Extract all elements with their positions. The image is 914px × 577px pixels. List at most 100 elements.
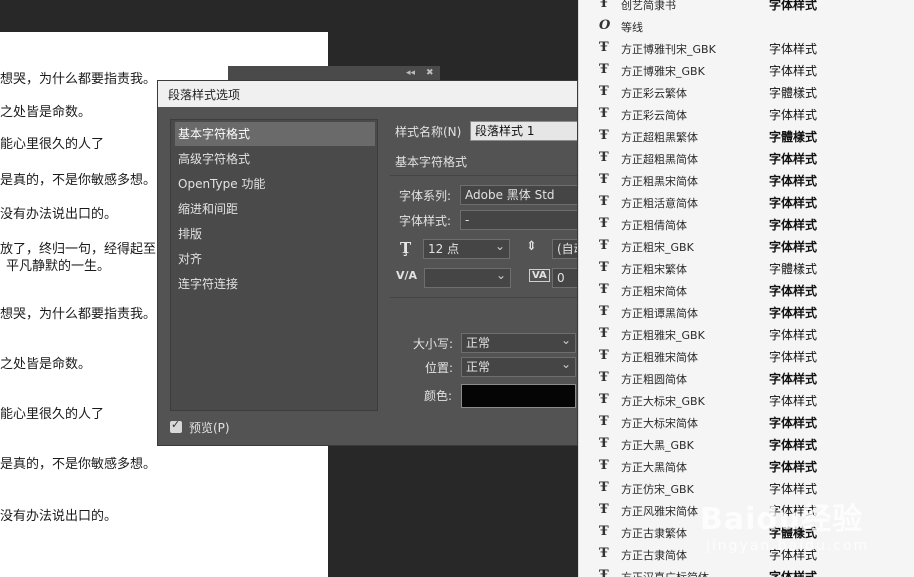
- truetype-icon: Ŧ: [599, 62, 609, 77]
- truetype-icon: Ŧ: [599, 502, 609, 517]
- font-list-item[interactable]: Ŧ 方正粗宋简体 字体样式: [579, 279, 914, 301]
- document-text-line: 能心里很久的人了: [0, 137, 105, 152]
- document-text-line: 放了，终归一句，经得起至: [0, 242, 157, 257]
- document-text-line: 能心里很久的人了: [0, 407, 105, 422]
- style-name-input[interactable]: 段落样式 1: [470, 121, 577, 141]
- color-label: 颜色:: [424, 389, 453, 403]
- font-list-item[interactable]: Ŧ 方正超粗黑繁体 字體樣式: [579, 125, 914, 147]
- tracking-icon: VA: [529, 269, 550, 282]
- font-name: 方正仿宋_GBK: [621, 483, 694, 496]
- category-composition[interactable]: 排版: [175, 222, 375, 246]
- close-icon[interactable]: ✖: [426, 66, 434, 80]
- font-family-dropdown-list[interactable]: Ŧ 创艺简隶书字体样式 O 等线 Ŧ 方正博雅刊宋_GBK 字体样式 Ŧ 方正博雅宋_GBK 字体…: [578, 0, 914, 577]
- font-sample-preview: 字體樣式: [769, 86, 818, 100]
- font-list-item[interactable]: Ŧ 方正超粗黑简体 字体样式: [579, 147, 914, 169]
- font-list-item[interactable]: Ŧ 方正大标宋_GBK 字体样式: [579, 389, 914, 411]
- font-list-item[interactable]: Ŧ 方正粗宋繁体 字體樣式: [579, 257, 914, 279]
- font-name: 方正风雅宋简体: [621, 505, 698, 518]
- truetype-icon: Ŧ: [599, 150, 609, 165]
- category-advanced-character-formats[interactable]: 高级字符格式: [175, 147, 375, 171]
- category-justification[interactable]: 对齐: [175, 247, 375, 271]
- truetype-icon: Ŧ: [599, 458, 609, 473]
- font-name: 方正大标宋_GBK: [621, 395, 705, 408]
- font-sample-preview: 字体样式: [769, 42, 818, 56]
- font-size-icon: Ţ: [400, 239, 412, 257]
- font-name: 方正大黑简体: [621, 461, 687, 474]
- dialog-title: 段落样式选项: [168, 88, 241, 102]
- font-list-item[interactable]: Ŧ 方正粗宋_GBK 字体样式: [579, 235, 914, 257]
- font-list-item[interactable]: Ŧ 方正博雅刊宋_GBK 字体样式: [579, 37, 914, 59]
- font-sample-preview: 字体样式: [769, 416, 818, 430]
- leading-select[interactable]: (自动: [552, 239, 577, 259]
- font-list-item[interactable]: Ŧ 方正粗黑宋简体 字体样式: [579, 169, 914, 191]
- font-list-item[interactable]: Ŧ 方正粗谭黑简体 字体样式: [579, 301, 914, 323]
- font-list-item[interactable]: Ŧ 方正大黑简体 字体样式: [579, 455, 914, 477]
- font-name: 创艺简隶书: [621, 0, 676, 12]
- preview-checkbox[interactable]: [170, 418, 182, 433]
- kerning-icon: V/A: [396, 269, 418, 282]
- truetype-icon: Ŧ: [599, 392, 609, 407]
- font-name: 方正粗雅宋简体: [621, 351, 698, 364]
- font-size-select[interactable]: 12 点: [423, 239, 510, 259]
- kerning-select[interactable]: [424, 268, 511, 288]
- font-name: 等线: [621, 21, 643, 34]
- font-list-item[interactable]: Ŧ 方正粗雅宋简体 字体样式: [579, 345, 914, 367]
- font-list-item[interactable]: Ŧ 方正粗雅宋_GBK 字体样式: [579, 323, 914, 345]
- font-list-item[interactable]: Ŧ 方正彩云简体 字体样式: [579, 103, 914, 125]
- font-sample-preview: 字体样式: [769, 394, 818, 408]
- document-text-line: 想哭，为什么都要指责我。: [0, 72, 157, 87]
- font-list-item[interactable]: Ŧ 创艺简隶书 字体样式: [579, 0, 914, 15]
- font-sample-preview: 字体样式: [769, 438, 818, 452]
- category-hyphenation[interactable]: 连字符连接: [175, 272, 375, 296]
- font-list-item[interactable]: O 等线: [579, 15, 914, 37]
- font-name: 方正粗宋繁体: [621, 263, 687, 276]
- baidu-watermark-url: jingyan.baidu.com: [706, 538, 870, 554]
- font-name: 方正古隶繁体: [621, 527, 687, 540]
- font-list-item[interactable]: Ŧ 方正彩云繁体 字體樣式: [579, 81, 914, 103]
- floating-panel-bar[interactable]: ◂◂ ✖: [228, 66, 440, 80]
- font-list-item[interactable]: Ŧ 方正大标宋简体 字体样式: [579, 411, 914, 433]
- tracking-select[interactable]: 0: [552, 268, 577, 288]
- dialog-title-bar[interactable]: 段落样式选项: [158, 81, 577, 107]
- font-sample-preview: 字體樣式: [769, 130, 818, 144]
- truetype-icon: Ŧ: [599, 524, 609, 539]
- font-list-item[interactable]: Ŧ 方正粗圆简体 字体样式: [579, 367, 914, 389]
- font-list-item[interactable]: Ŧ 方正粗倩简体 字体样式: [579, 213, 914, 235]
- document-text-line: 平凡静默的一生。: [6, 259, 111, 274]
- font-sample-preview: 字体样式: [769, 570, 818, 577]
- font-list-item[interactable]: Ŧ 方正粗活意简体 字体样式: [579, 191, 914, 213]
- category-list: 基本字符格式 高级字符格式 OpenType 功能 缩进和间距 排版 对齐 连字…: [170, 119, 378, 411]
- position-select[interactable]: 正常: [461, 357, 576, 377]
- category-opentype-features[interactable]: OpenType 功能: [175, 172, 375, 196]
- document-text-line: 之处皆是命数。: [0, 357, 92, 372]
- font-name: 方正汉真广标简体: [621, 569, 709, 577]
- font-name: 方正粗雅宋_GBK: [621, 329, 705, 342]
- font-list-item[interactable]: Ŧ 方正博雅宋_GBK 字体样式: [579, 59, 914, 81]
- truetype-icon: Ŧ: [599, 172, 609, 187]
- color-swatch[interactable]: [461, 384, 576, 408]
- font-name: 方正粗宋简体: [621, 285, 687, 298]
- font-name: 方正粗宋_GBK: [621, 241, 694, 254]
- font-sample-preview: 字体样式: [769, 240, 818, 254]
- font-family-label: 字体系列:: [399, 189, 452, 203]
- font-name: 方正大黑_GBK: [621, 439, 694, 452]
- truetype-icon: Ŧ: [599, 40, 609, 55]
- truetype-icon: Ŧ: [599, 0, 609, 11]
- case-select[interactable]: 正常: [461, 333, 576, 353]
- truetype-icon: Ŧ: [599, 194, 609, 209]
- case-label: 大小写:: [413, 337, 454, 351]
- font-sample-preview: 字体样式: [769, 328, 818, 342]
- font-family-select[interactable]: Adobe 黑体 Std: [460, 185, 577, 205]
- font-list-item[interactable]: Ŧ 方正大黑_GBK 字体样式: [579, 433, 914, 455]
- category-basic-character-formats[interactable]: 基本字符格式: [175, 122, 375, 146]
- font-name: 方正超粗黑繁体: [621, 131, 698, 144]
- font-sample-preview: 字体样式: [769, 284, 818, 298]
- font-name: 方正粗倩简体: [621, 219, 687, 232]
- font-list-item[interactable]: Ŧ 方正汉真广标简体 字体样式: [579, 565, 914, 577]
- font-style-select[interactable]: -: [460, 210, 577, 230]
- font-sample-preview: 字體樣式: [769, 262, 818, 276]
- category-indents-spacing[interactable]: 缩进和间距: [175, 197, 375, 221]
- collapse-icon[interactable]: ◂◂: [406, 66, 415, 80]
- font-sample-preview: 字体样式: [769, 218, 818, 232]
- font-sample-preview: 字体样式: [769, 64, 818, 78]
